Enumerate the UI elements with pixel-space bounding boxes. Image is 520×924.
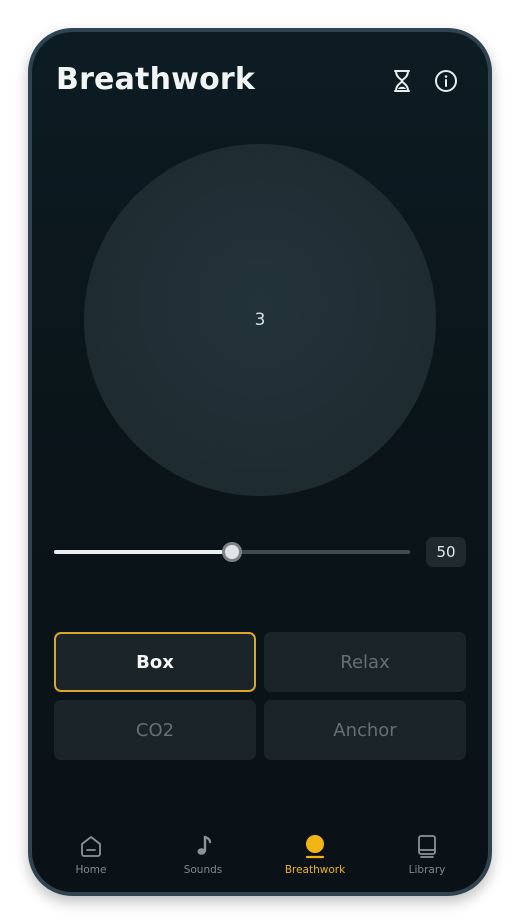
book-icon — [413, 832, 441, 860]
breathing-circle[interactable]: 3 — [84, 144, 436, 496]
info-icon[interactable] — [433, 68, 459, 94]
slider-value-badge: 50 — [426, 537, 466, 567]
app-screen: Breathwork 3 50 Box Relax CO2 Anchor Hom… — [32, 32, 488, 892]
pattern-button-co2[interactable]: CO2 — [54, 700, 256, 760]
breath-counter: 3 — [254, 310, 266, 330]
music-note-icon — [189, 832, 217, 860]
tab-label: Sounds — [183, 864, 223, 876]
home-icon — [77, 832, 105, 860]
pattern-button-box[interactable]: Box — [54, 632, 256, 692]
tab-home[interactable]: Home — [46, 832, 136, 876]
tab-label: Breathwork — [284, 864, 346, 876]
duration-slider[interactable] — [54, 542, 410, 562]
tab-label: Home — [75, 864, 107, 876]
pattern-button-relax[interactable]: Relax — [264, 632, 466, 692]
tab-library[interactable]: Library — [382, 832, 472, 876]
page-title: Breathwork — [56, 62, 256, 97]
bottom-tab-bar: Home Sounds Breathwork Library — [32, 820, 488, 892]
slider-thumb[interactable] — [222, 542, 242, 562]
hourglass-icon[interactable] — [389, 68, 415, 94]
tab-breathwork[interactable]: Breathwork — [270, 832, 360, 876]
pattern-button-anchor[interactable]: Anchor — [264, 700, 466, 760]
slider-fill — [54, 550, 232, 554]
tab-sounds[interactable]: Sounds — [158, 832, 248, 876]
breath-dot-icon — [301, 832, 329, 860]
phone-frame: Breathwork 3 50 Box Relax CO2 Anchor Hom… — [28, 28, 492, 896]
tab-label: Library — [408, 864, 446, 876]
